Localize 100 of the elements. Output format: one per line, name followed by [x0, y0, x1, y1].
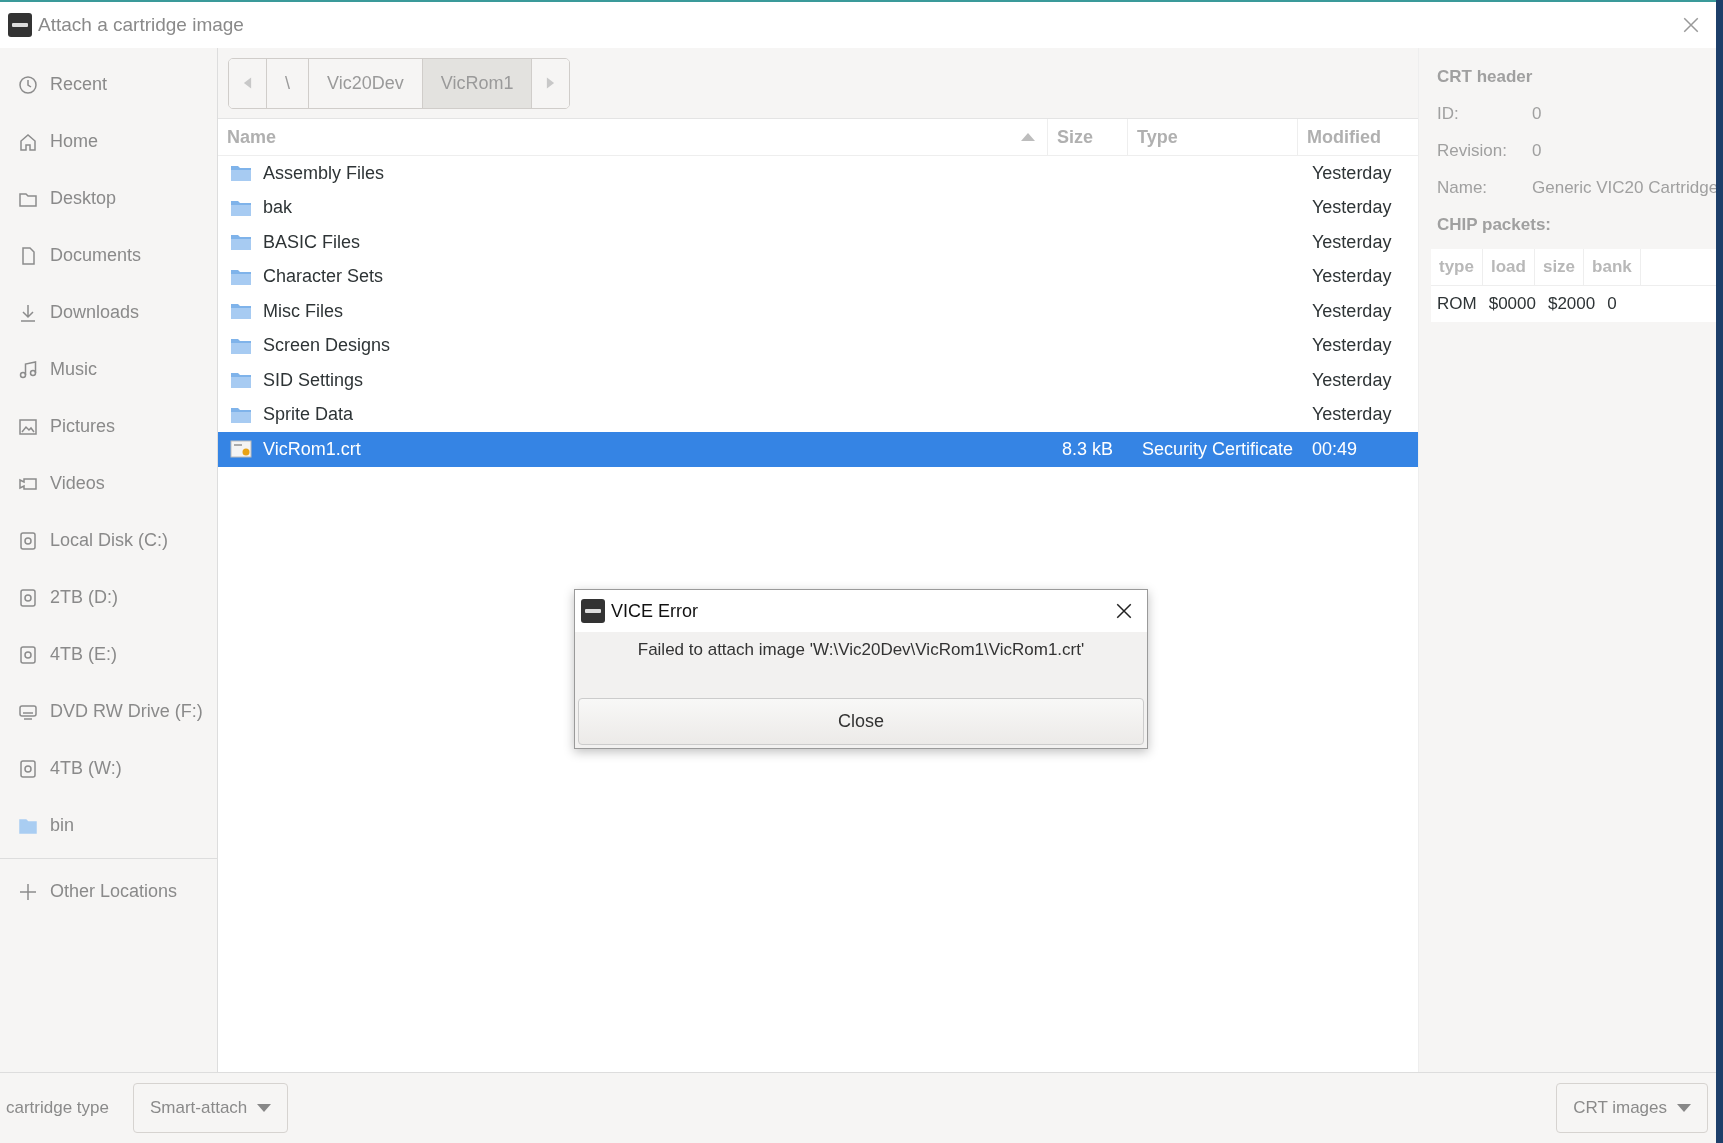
home-icon — [18, 131, 38, 152]
close-button[interactable]: Close — [578, 698, 1144, 745]
table-cell-text: $0000 — [1487, 294, 1537, 314]
certificate-file-icon — [230, 440, 252, 459]
file-row[interactable]: VicRom1.crt 8.3 kB Security Certificate 00:49 — [218, 432, 1418, 467]
file-name: VicRom1.crt — [263, 438, 361, 460]
modified-date: Yesterday — [1312, 404, 1392, 426]
drive-icon — [18, 530, 38, 551]
table-cell-text: $2000 — [1546, 294, 1597, 314]
window-title: Attach a cartridge image — [38, 14, 244, 36]
column-header[interactable]: Modified — [1307, 126, 1381, 148]
file-row[interactable]: SID Settings Yesterday — [218, 363, 1418, 398]
sidebar-item[interactable]: Home — [0, 113, 217, 170]
download-icon — [18, 302, 38, 323]
column-header[interactable]: size — [1534, 249, 1585, 285]
cartridge-type-label: cartridge type — [6, 1098, 109, 1118]
sidebar-item[interactable]: Videos — [0, 455, 217, 512]
file-size: 8.3 kB — [1062, 438, 1114, 460]
field-value: 0 — [1532, 140, 1542, 161]
right-arrow-icon — [546, 76, 556, 90]
field-label: Revision: — [1437, 140, 1508, 161]
sidebar-item[interactable]: Documents — [0, 227, 217, 284]
column-header[interactable]: load — [1482, 249, 1535, 285]
field-value: Generic VIC20 Cartridge — [1532, 177, 1719, 198]
file-filter-dropdown[interactable]: CRT images — [1556, 1083, 1708, 1133]
back-button[interactable] — [229, 58, 267, 108]
folder-icon — [230, 405, 252, 424]
cartridge-type-dropdown[interactable]: Smart-attach — [133, 1083, 289, 1133]
column-header[interactable]: Type — [1137, 126, 1178, 148]
modified-date: Yesterday — [1312, 335, 1392, 357]
file-row[interactable]: Character Sets Yesterday — [218, 259, 1418, 294]
folder-icon — [230, 336, 252, 355]
file-name: Misc Files — [263, 300, 343, 322]
folder-icon — [230, 198, 252, 217]
sidebar-item[interactable]: DVD RW Drive (F:) — [0, 683, 217, 740]
field-label: Name: — [1437, 177, 1489, 198]
file-row[interactable]: Assembly Files Yesterday — [218, 156, 1418, 191]
column-header[interactable]: bank — [1584, 249, 1641, 285]
folder-icon — [230, 267, 252, 286]
sidebar-item[interactable]: Local Disk (C:) — [0, 512, 217, 569]
modified-date: Yesterday — [1312, 197, 1392, 219]
file-name: Screen Designs — [263, 335, 391, 357]
column-header[interactable]: Size — [1057, 126, 1094, 148]
file-name: SID Settings — [263, 369, 364, 391]
file-row[interactable]: Screen Designs Yesterday — [218, 328, 1418, 363]
path-button[interactable]: VicRom1 — [422, 58, 533, 108]
file-name: Sprite Data — [263, 404, 354, 426]
section-title: CRT header — [1437, 65, 1534, 88]
file-row[interactable]: Misc Files Yesterday — [218, 294, 1418, 329]
sidebar-item[interactable]: Pictures — [0, 398, 217, 455]
field-value: 0 — [1532, 103, 1542, 124]
file-name: Assembly Files — [263, 162, 385, 184]
drive-icon — [18, 644, 38, 665]
file-type: Security Certificate — [1142, 438, 1294, 460]
sidebar-item[interactable]: 2TB (D:) — [0, 569, 217, 626]
drive-icon — [18, 587, 38, 608]
sidebar-item[interactable]: Music — [0, 341, 217, 398]
left-arrow-icon — [243, 76, 252, 90]
folder-icon — [230, 164, 252, 183]
app-logo-icon — [8, 13, 32, 37]
section-title: CHIP packets: — [1437, 213, 1552, 236]
modified-date: Yesterday — [1312, 162, 1392, 184]
sidebar-item[interactable]: 4TB (E:) — [0, 626, 217, 683]
modified-date: 00:49 — [1312, 438, 1358, 460]
table-cell-text: 0 — [1606, 294, 1618, 314]
app-logo-icon — [581, 599, 605, 623]
folder-icon — [230, 233, 252, 252]
column-header[interactable]: type — [1431, 249, 1483, 285]
file-row[interactable]: Sprite Data Yesterday — [218, 397, 1418, 432]
modified-date: Yesterday — [1312, 369, 1392, 391]
sort-ascending-icon[interactable] — [1021, 133, 1035, 141]
picture-icon — [18, 416, 38, 437]
file-name: bak — [263, 197, 293, 219]
sidebar-item[interactable]: 4TB (W:) — [0, 740, 217, 797]
modified-date: Yesterday — [1312, 300, 1392, 322]
close-icon[interactable] — [1115, 602, 1133, 620]
sidebar-item[interactable]: bin — [0, 797, 217, 854]
folder-icon — [230, 371, 252, 390]
file-name: BASIC Files — [263, 231, 361, 253]
caret-icon — [257, 1104, 272, 1112]
file-name: Character Sets — [263, 266, 384, 288]
caret-icon — [1677, 1104, 1691, 1112]
sidebar-item[interactable]: Downloads — [0, 284, 217, 341]
field-label: ID: — [1437, 103, 1460, 124]
column-header[interactable]: Name — [227, 126, 277, 148]
sidebar-item[interactable]: Other Locations — [0, 863, 217, 920]
plus-icon — [18, 881, 38, 902]
modified-date: Yesterday — [1312, 231, 1392, 253]
drive-icon — [18, 758, 38, 779]
file-row[interactable]: bak Yesterday — [218, 190, 1418, 225]
sidebar-item[interactable]: Desktop — [0, 170, 217, 227]
clock-icon — [18, 74, 38, 95]
modified-date: Yesterday — [1312, 266, 1392, 288]
folder-icon — [230, 302, 252, 321]
sidebar-item[interactable]: Recent — [0, 56, 217, 113]
music-icon — [18, 359, 38, 380]
file-row[interactable]: BASIC Files Yesterday — [218, 225, 1418, 260]
dialog-title: VICE Error — [611, 600, 698, 622]
error-message: Failed to attach image 'W:\Vic20Dev\VicRom1\VicRom1.crt' — [637, 640, 1085, 661]
table-cell-text: ROM — [1436, 294, 1478, 314]
